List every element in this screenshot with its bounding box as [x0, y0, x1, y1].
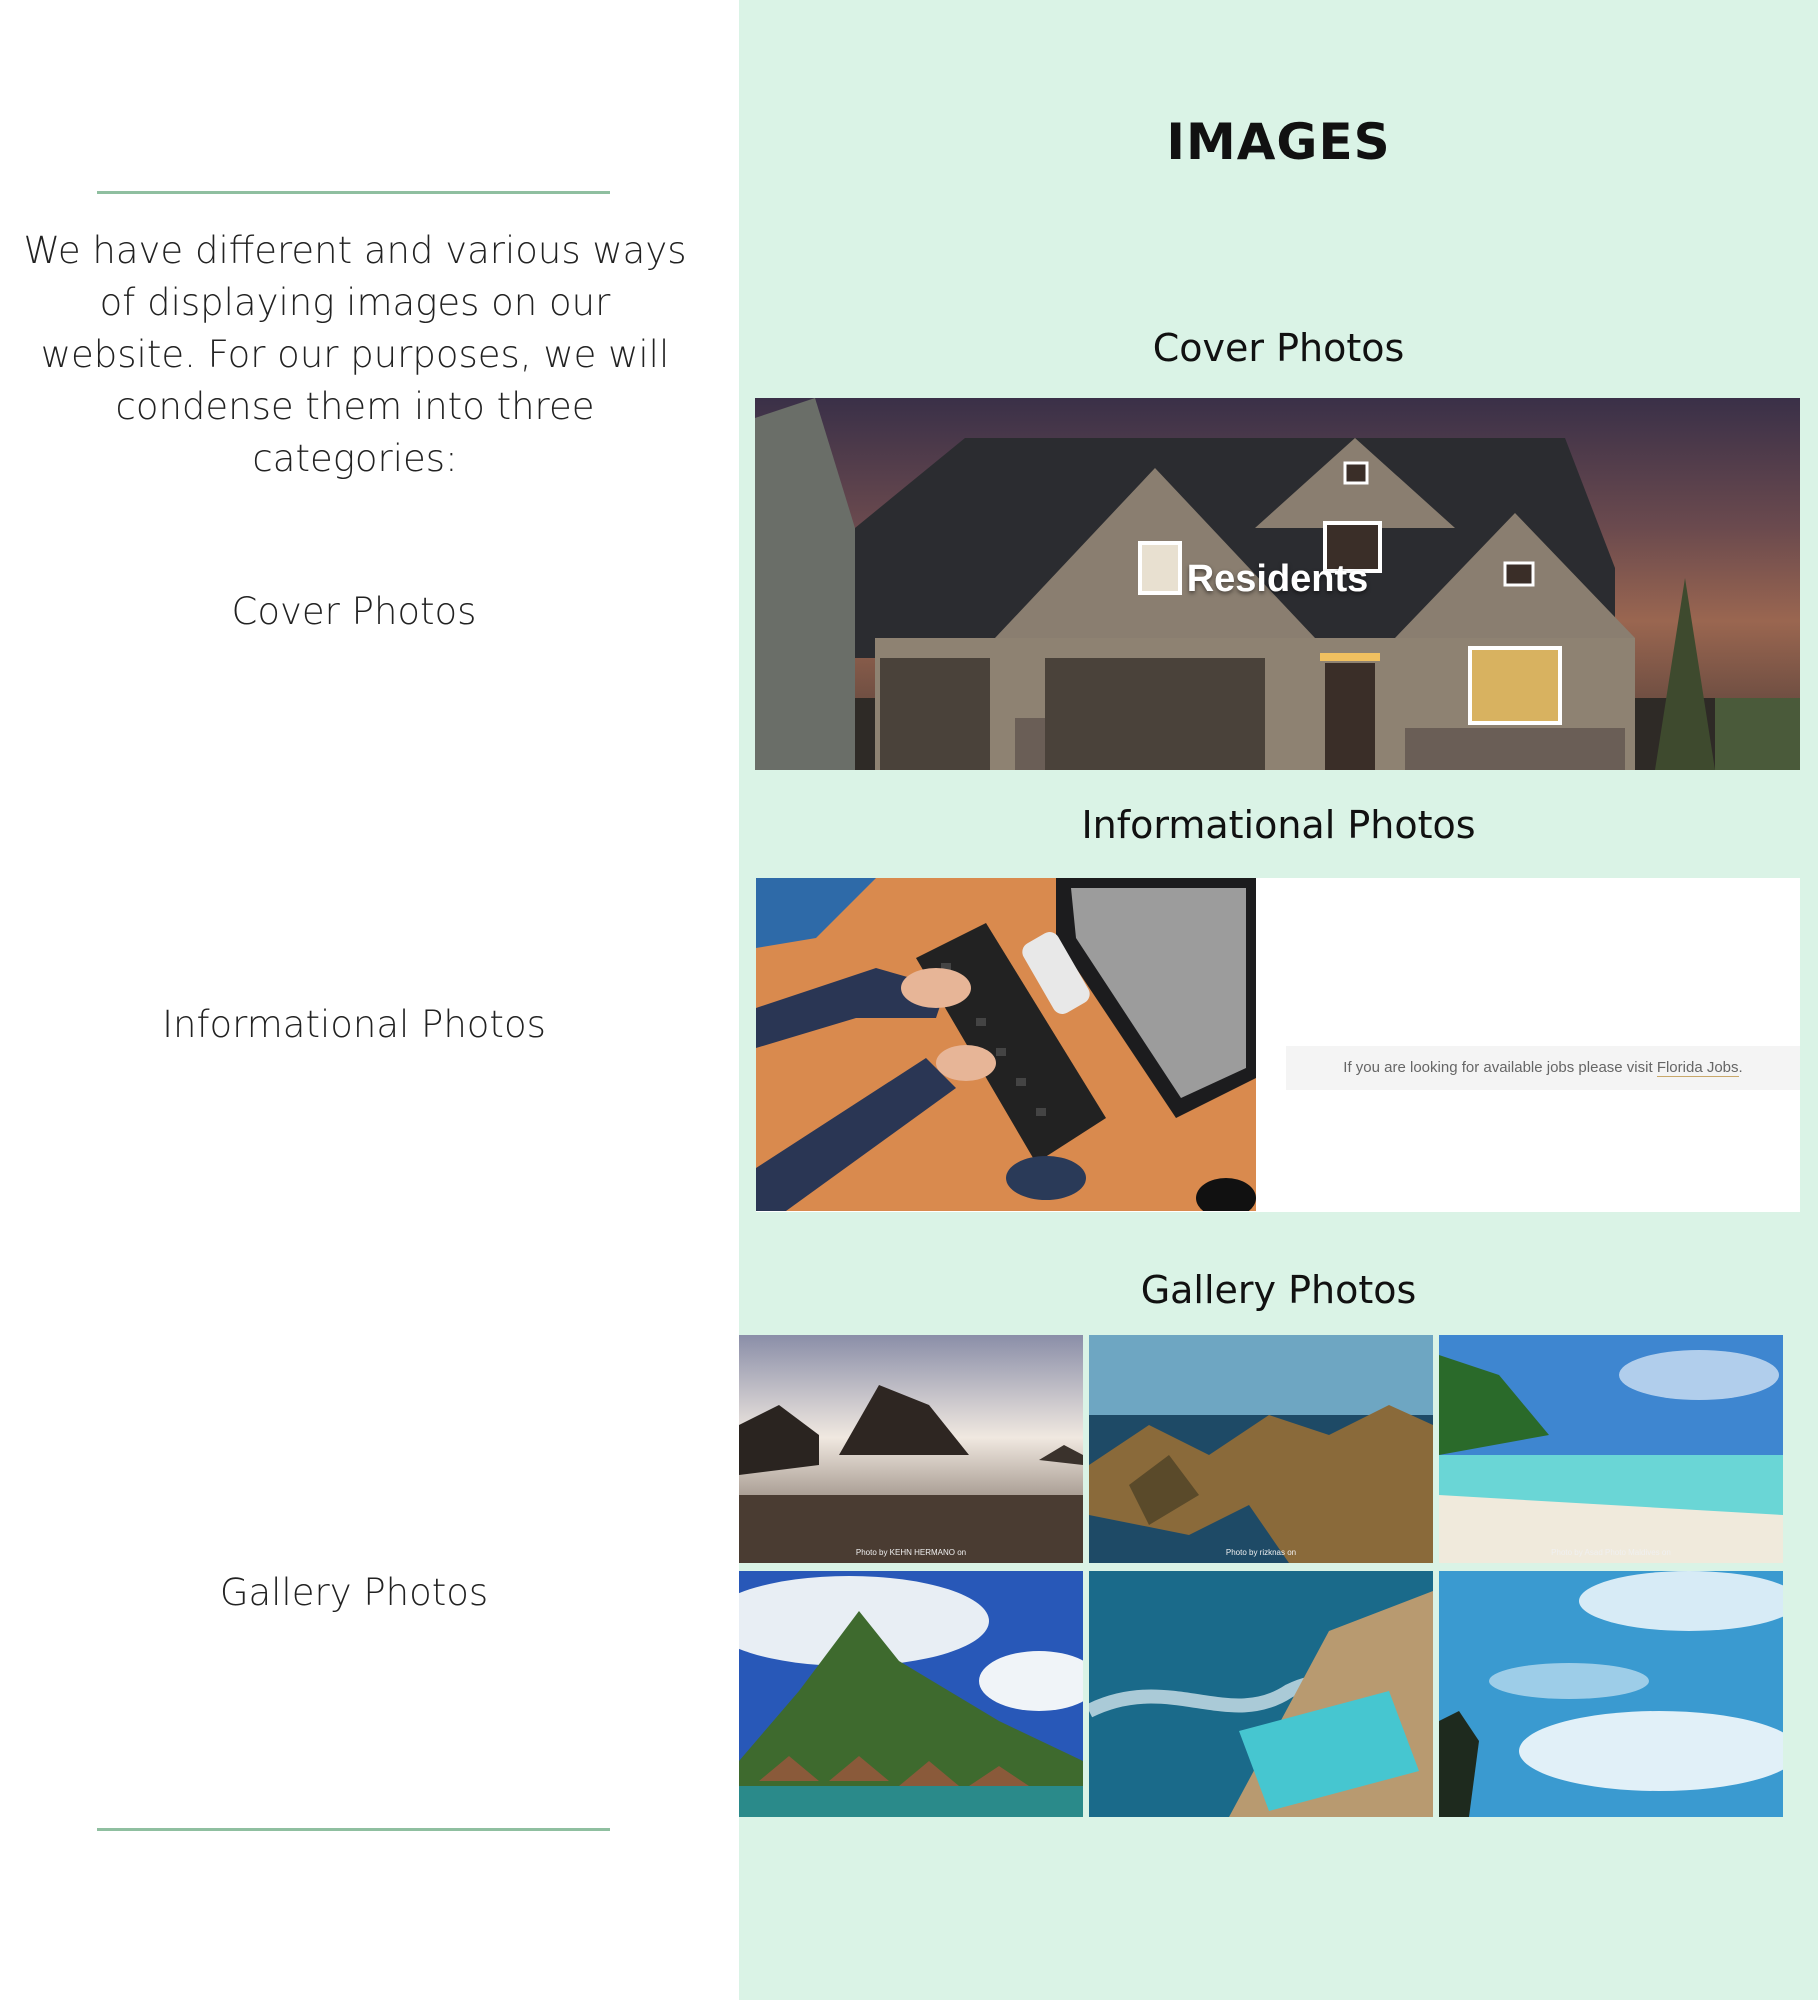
tropical-beach-image [1439, 1335, 1783, 1563]
intro-text: We have different and various ways of di… [23, 229, 687, 480]
page-title: IMAGES [1166, 113, 1391, 171]
gallery-tile-ocean-pool[interactable] [1089, 1571, 1433, 1817]
info-heading: Informational Photos [1081, 803, 1476, 847]
desk-illustration [756, 878, 1256, 1211]
credit-3: Photo by Asad Photo Maldives on [1551, 1548, 1671, 1557]
credit-1: Photo by KEHN HERMANO on [855, 1548, 967, 1557]
right-panel: IMAGES Cover Photos Residents Informatio… [739, 0, 1818, 2000]
cover-photo: Residents [755, 398, 1800, 770]
left-panel: We have different and various ways of di… [0, 0, 739, 2000]
divider-top [97, 191, 610, 194]
florida-jobs-link[interactable]: Florida Jobs [1656, 1059, 1739, 1077]
cover-heading: Cover Photos [1152, 326, 1405, 370]
label-informational-photos: Informational Photos [162, 1003, 546, 1046]
island-bays-image [1089, 1335, 1433, 1563]
gallery-tile-mountain-bungalows[interactable] [739, 1571, 1083, 1817]
gallery-tile-beach-rocks[interactable]: Photo by KEHN HERMANO on [739, 1335, 1083, 1563]
mountain-bungalows-image [739, 1571, 1083, 1817]
gallery-heading: Gallery Photos [1140, 1268, 1417, 1312]
gallery-tile-tropical-beach[interactable]: Photo by Asad Photo Maldives on [1439, 1335, 1783, 1563]
label-gallery-photos: Gallery Photos [219, 1571, 489, 1614]
desk-keyboard-photo [756, 878, 1256, 1211]
gallery-tile-sky-palms[interactable] [1439, 1571, 1783, 1817]
sky-palms-image [1439, 1571, 1783, 1817]
cover-overlay-title: Residents [1186, 558, 1369, 600]
gallery-tile-island-bays[interactable]: Photo by rizknas on [1089, 1335, 1433, 1563]
info-text-box: If you are looking for available jobs pl… [1286, 1046, 1800, 1090]
info-text-suffix: . [1738, 1059, 1743, 1076]
credit-2: Photo by rizknas on [1225, 1548, 1297, 1557]
info-text-prefix: If you are looking for available jobs pl… [1343, 1059, 1657, 1076]
info-section: If you are looking for available jobs pl… [756, 878, 1800, 1212]
label-cover-photos: Cover Photos [231, 590, 477, 633]
divider-bottom [97, 1828, 610, 1831]
ocean-pool-image [1089, 1571, 1433, 1817]
beach-rocks-image [739, 1335, 1083, 1563]
